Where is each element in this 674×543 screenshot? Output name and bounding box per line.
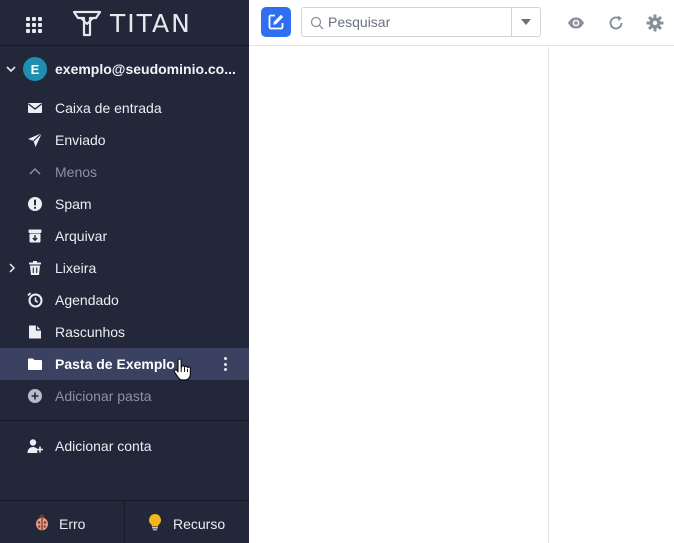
- sidebar-item-label: Spam: [55, 196, 92, 212]
- lightbulb-icon: [149, 514, 161, 531]
- trash-icon: [29, 261, 41, 275]
- compose-button[interactable]: [261, 7, 291, 37]
- sidebar-item-label: Adicionar pasta: [55, 388, 152, 404]
- add-folder-button[interactable]: Adicionar pasta: [0, 380, 249, 412]
- hand-cursor-icon: [173, 358, 191, 381]
- sidebar-footer: Erro Recurso: [0, 500, 249, 543]
- top-toolbar: [249, 0, 674, 46]
- sidebar-item-archive[interactable]: Arquivar: [0, 220, 249, 252]
- sidebar-item-less[interactable]: Menos: [0, 156, 249, 188]
- sidebar-item-label: Pasta de Exemplo: [55, 356, 175, 372]
- chevron-right-icon[interactable]: [6, 262, 18, 274]
- sidebar-divider: [0, 420, 249, 421]
- report-bug-label: Erro: [59, 516, 86, 532]
- sidebar-item-label: Rascunhos: [55, 324, 126, 340]
- account-selector[interactable]: E exemplo@seudominio.co...: [0, 54, 249, 84]
- draft-icon: [29, 325, 41, 339]
- sidebar-item-trash[interactable]: Lixeira: [0, 252, 249, 284]
- add-user-icon: [27, 439, 43, 453]
- add-account-button[interactable]: Adicionar conta: [0, 430, 249, 462]
- chevron-down-icon[interactable]: [5, 63, 17, 75]
- titan-logo-icon: [72, 10, 102, 37]
- titan-logo[interactable]: TITAN: [72, 8, 192, 38]
- add-circle-icon: [28, 389, 42, 403]
- inbox-icon: [28, 103, 42, 113]
- app-grid-icon[interactable]: [26, 17, 42, 33]
- sidebar-item-inbox[interactable]: Caixa de entrada: [0, 92, 249, 124]
- feature-request-label: Recurso: [173, 516, 226, 532]
- sidebar-item-drafts[interactable]: Rascunhos: [0, 316, 249, 348]
- ladybug-icon: [36, 514, 48, 531]
- chevron-up-icon: [29, 167, 41, 175]
- refresh-icon[interactable]: [607, 14, 625, 32]
- sidebar-item-label: Caixa de entrada: [55, 100, 162, 116]
- sidebar-item-label: Arquivar: [55, 228, 108, 244]
- sidebar: TITAN E exemplo@seudominio.co... Caixa d…: [0, 0, 249, 543]
- sidebar-item-spam[interactable]: Spam: [0, 188, 249, 220]
- logo-text: TITAN: [110, 8, 192, 38]
- sidebar-item-label: Lixeira: [55, 260, 97, 276]
- sidebar-item-example-folder[interactable]: Pasta de Exemplo: [0, 348, 249, 381]
- search-box: [301, 7, 541, 37]
- sidebar-header: TITAN: [0, 0, 249, 46]
- avatar: E: [23, 57, 47, 81]
- message-list-pane: [249, 47, 549, 543]
- caret-down-icon: [521, 19, 531, 25]
- report-bug-button[interactable]: Erro: [0, 501, 124, 543]
- sidebar-item-label: Menos: [55, 164, 98, 180]
- search-icon: [310, 16, 324, 30]
- account-email: exemplo@seudominio.co...: [55, 61, 236, 77]
- sidebar-item-label: Adicionar conta: [55, 438, 152, 454]
- feature-request-button[interactable]: Recurso: [124, 501, 249, 543]
- reading-pane: [550, 47, 674, 543]
- alert-icon: [28, 197, 42, 211]
- clock-icon: [27, 292, 43, 308]
- folder-icon: [28, 358, 42, 370]
- gear-icon[interactable]: [646, 14, 664, 32]
- archive-icon: [28, 229, 42, 243]
- sidebar-item-scheduled[interactable]: Agendado: [0, 284, 249, 316]
- search-options-dropdown[interactable]: [511, 8, 540, 36]
- sidebar-item-sent[interactable]: Enviado: [0, 124, 249, 156]
- search-input[interactable]: [328, 8, 510, 36]
- send-icon: [28, 132, 43, 147]
- more-options-icon[interactable]: [218, 356, 232, 372]
- sidebar-item-label: Enviado: [55, 132, 106, 148]
- compose-icon: [268, 14, 284, 30]
- eye-icon[interactable]: [567, 14, 585, 32]
- sidebar-item-label: Agendado: [55, 292, 119, 308]
